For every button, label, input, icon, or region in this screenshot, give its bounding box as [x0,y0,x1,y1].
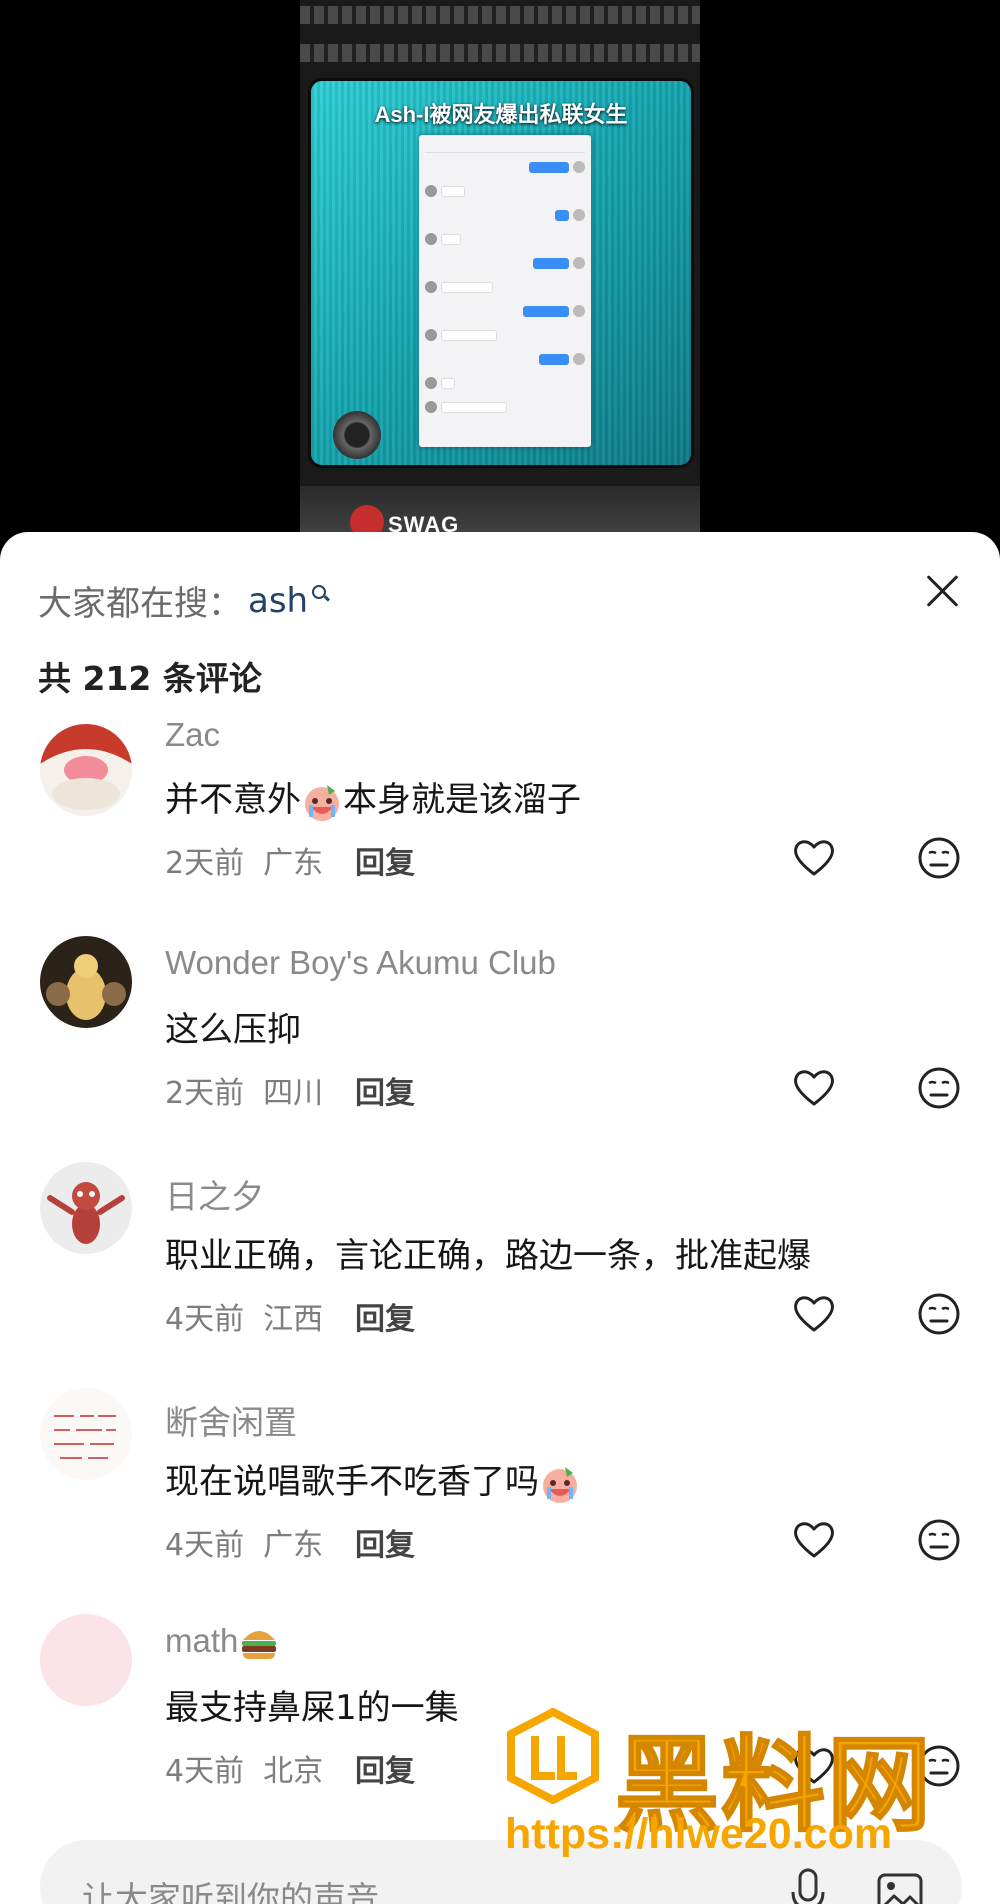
crying-face-emoji [539,1463,581,1505]
chain-border-top [300,6,700,24]
comment-item: Wonder Boy's Akumu Club 这么压抑 2天前 四川 回复 [0,936,1000,1136]
reply-button[interactable]: 回复 [355,1520,415,1564]
comment-username[interactable]: 断舍闲置 [165,1396,297,1444]
reply-button[interactable]: 回复 [355,1294,415,1338]
heart-icon[interactable] [792,1066,836,1110]
video-preview[interactable]: Ash-I被网友爆出私联女生 SWAG [300,0,700,540]
crying-face-emoji [301,781,343,823]
comment-username[interactable]: Wonder Boy's Akumu Club [165,944,556,982]
dislike-face-icon[interactable] [917,1066,961,1110]
search-term-link[interactable]: ash [248,581,308,621]
comment-region: 广东 [263,1528,324,1563]
heart-icon[interactable] [792,1292,836,1336]
dislike-face-icon[interactable] [917,1518,961,1562]
comment-input-placeholder: 让大家听到你的声音 [82,1879,379,1904]
dislike-face-icon[interactable] [917,1292,961,1336]
reply-button[interactable]: 回复 [355,1746,415,1790]
watermark-url: https://hlwe20.com [505,1810,893,1858]
comment-username[interactable]: Zac [165,716,220,754]
comment-count: 共 212 条评论 [38,659,262,698]
chain-border [300,44,700,62]
comment-region: 江西 [263,1302,324,1337]
avatar[interactable] [40,936,132,1028]
avatar[interactable] [40,1614,132,1706]
comment-text: 这么压抑 [165,1010,301,1050]
chat-screenshot [419,135,591,447]
heart-icon[interactable] [792,836,836,880]
search-icon [312,584,327,599]
video-frame: Ash-I被网友爆出私联女生 [308,78,694,468]
comment-sheet: 大家都在搜： ash 共 212 条评论 Zac 并不意外 本身就是该溜子 2天前… [0,532,1000,1904]
dislike-face-icon[interactable] [917,836,961,880]
comment-text: 并不意外 本身就是该溜子 [165,772,581,823]
comment-item: 断舍闲置 现在说唱歌手不吃香了吗 4天前 广东 回复 [0,1388,1000,1588]
reply-button[interactable]: 回复 [355,1068,415,1112]
comment-time: 4天前 [165,1302,245,1337]
comment-meta: 4天前 广东 [165,1520,323,1564]
comment-time: 2天前 [165,1076,245,1111]
avatar[interactable] [40,1388,132,1480]
comment-meta: 4天前 江西 [165,1294,323,1338]
comment-meta: 2天前 广东 [165,838,323,882]
comment-region: 北京 [263,1754,324,1789]
heart-icon[interactable] [792,1518,836,1562]
search-prefix: 大家都在搜： [38,584,242,624]
comment-region: 四川 [263,1076,324,1111]
comment-text: 职业正确，言论正确，路边一条，批准起爆 [165,1236,811,1276]
avatar[interactable] [40,1162,132,1254]
comment-time: 2天前 [165,846,245,881]
watermark: 黑料网 https://hlwe20.com [505,1700,975,1880]
avatar[interactable] [40,724,132,816]
trending-search[interactable]: 大家都在搜： ash [38,576,327,625]
speaker-image [333,411,381,459]
comment-text: 现在说唱歌手不吃香了吗 [165,1454,581,1505]
video-title: Ash-I被网友爆出私联女生 [374,102,628,127]
hamburger-emoji [238,1622,280,1664]
comment-meta: 4天前 北京 [165,1746,323,1790]
comment-meta: 2天前 四川 [165,1068,323,1112]
comment-item: Zac 并不意外 本身就是该溜子 2天前 广东 回复 [0,716,1000,928]
reply-button[interactable]: 回复 [355,838,415,882]
close-icon[interactable] [922,570,962,610]
comment-time: 4天前 [165,1754,245,1789]
comment-username[interactable]: math [165,1622,280,1664]
comment-region: 广东 [263,846,324,881]
comment-item: 日之夕 职业正确，言论正确，路边一条，批准起爆 4天前 江西 回复 [0,1162,1000,1362]
watermark-logo-icon [505,1707,601,1805]
comment-text: 最支持鼻屎1的一集 [165,1688,459,1728]
comment-time: 4天前 [165,1528,245,1563]
comment-username[interactable]: 日之夕 [165,1170,264,1218]
